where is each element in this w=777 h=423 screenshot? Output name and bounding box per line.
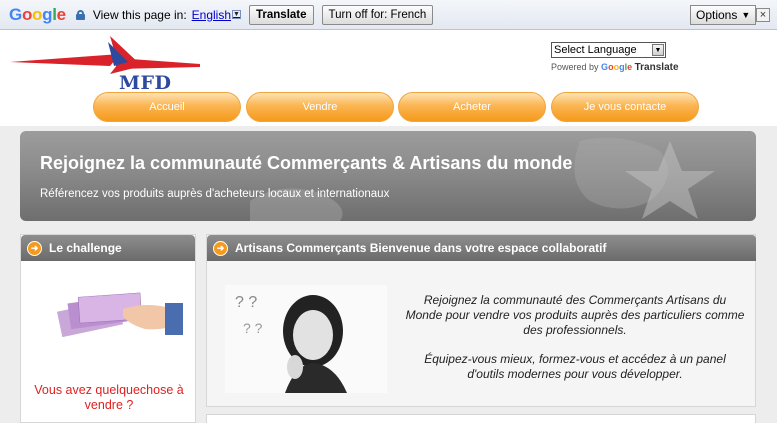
- hero-subtitle: Référencez vos produits auprès d'acheteu…: [40, 188, 390, 200]
- lock-icon: [75, 9, 85, 20]
- welcome-paragraph-1: Rejoignez la communauté des Commerçants …: [405, 293, 745, 337]
- translate-bar: Google View this page in: English ▼ Trans…: [0, 0, 777, 30]
- nav-vendre[interactable]: Vendre: [246, 92, 394, 122]
- options-label: Options: [696, 8, 738, 22]
- world-map-decoration: [250, 137, 715, 221]
- caret-down-icon: ▼: [741, 10, 751, 20]
- nav-acheter[interactable]: Acheter: [398, 92, 546, 122]
- welcome-panel: ➜ Artisans Commerçants Bienvenue dans vo…: [206, 234, 756, 407]
- hero-title: Rejoignez la communauté Commerçants & Ar…: [40, 153, 573, 173]
- close-icon[interactable]: ×: [756, 8, 770, 22]
- powered-by-label: Powered by: [551, 62, 599, 72]
- powered-by-google-translate[interactable]: Powered by Google Translate: [551, 62, 679, 73]
- google-logo: Google: [9, 4, 66, 24]
- options-button[interactable]: Options ▼: [690, 5, 757, 25]
- language-link[interactable]: English ▼: [192, 8, 242, 22]
- translate-word: Translate: [634, 62, 679, 73]
- challenge-panel-header: ➜ Le challenge: [21, 235, 195, 261]
- hero-banner: Rejoignez la communauté Commerçants & Ar…: [20, 131, 756, 221]
- welcome-title: Artisans Commerçants Bienvenue dans votr…: [235, 241, 607, 255]
- mfd-logo[interactable]: [10, 36, 200, 98]
- svg-text:? ?: ? ?: [243, 320, 263, 336]
- language-select[interactable]: Select Language ▼: [551, 42, 666, 58]
- nav-je-vous-contacte[interactable]: Je vous contacte: [551, 92, 699, 122]
- translate-button[interactable]: Translate: [249, 4, 314, 25]
- challenge-panel: ➜ Le challenge Vous avez quelquechose à …: [20, 234, 196, 423]
- svg-text:? ?: ? ?: [235, 294, 257, 311]
- dropdown-arrow-icon[interactable]: ▼: [652, 44, 664, 56]
- chevron-down-icon[interactable]: ▼: [232, 10, 242, 19]
- nav-accueil[interactable]: Accueil: [93, 92, 241, 122]
- google-wordmark: Google: [601, 62, 633, 72]
- arrow-right-icon: ➜: [27, 240, 42, 256]
- language-select-value: Select Language: [554, 44, 637, 56]
- welcome-panel-header: ➜ Artisans Commerçants Bienvenue dans vo…: [207, 235, 756, 261]
- welcome-text: Rejoignez la communauté des Commerçants …: [405, 293, 745, 396]
- turn-off-button[interactable]: Turn off for: French: [321, 4, 434, 25]
- challenge-text[interactable]: Vous avez quelquechose à vendre ?: [27, 383, 191, 413]
- welcome-paragraph-2: Équipez-vous mieux, formez-vous et accéd…: [424, 352, 726, 381]
- next-panel: [206, 414, 756, 423]
- thinking-woman-photo: ? ? ? ?: [225, 285, 387, 393]
- arrow-right-icon: ➜: [213, 240, 228, 256]
- hand-money-image: [56, 292, 183, 338]
- language-link-text[interactable]: English: [192, 8, 231, 22]
- logo-text: MFD: [119, 72, 172, 94]
- challenge-title: Le challenge: [49, 241, 122, 255]
- view-page-label: View this page in:: [92, 7, 187, 22]
